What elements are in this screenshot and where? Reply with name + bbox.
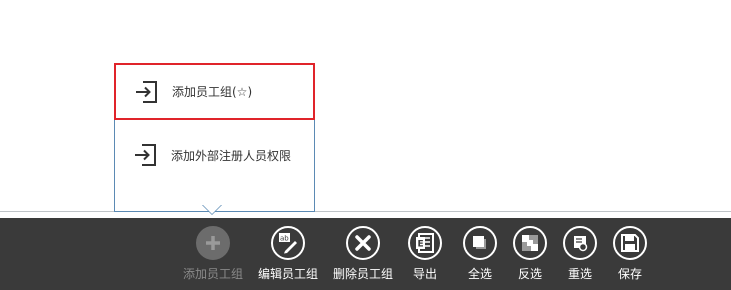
enter-icon bbox=[133, 143, 157, 167]
delete-icon bbox=[346, 226, 380, 260]
toolbar-button-label: 反选 bbox=[517, 267, 542, 281]
menu-item-add-external-permission[interactable]: 添加外部注册人员权限 bbox=[115, 128, 314, 182]
select-all-icon bbox=[463, 226, 497, 260]
toolbar-button-label: 编辑员工组 bbox=[258, 267, 319, 281]
svg-text:ab: ab bbox=[280, 235, 289, 243]
reselect-button[interactable]: 重选 bbox=[563, 226, 597, 282]
plus-icon bbox=[196, 226, 230, 260]
toolbar-button-label: 添加员工组 bbox=[183, 267, 244, 281]
save-button[interactable]: 保存 bbox=[613, 226, 647, 282]
select-all-button[interactable]: 全选 bbox=[463, 226, 497, 282]
menu-item-add-employee-group[interactable]: 添加员工组(☆) bbox=[114, 63, 315, 120]
menu-item-label: 添加外部注册人员权限 bbox=[171, 148, 292, 163]
popup-pointer bbox=[203, 205, 221, 214]
export-icon: E bbox=[408, 226, 442, 260]
invert-selection-button[interactable]: 反选 bbox=[513, 226, 547, 282]
toolbar-button-label: 全选 bbox=[467, 267, 492, 281]
edit-employee-group-button[interactable]: ab 编辑员工组 bbox=[258, 226, 318, 282]
toolbar-button-label: 删除员工组 bbox=[333, 267, 394, 281]
export-button[interactable]: E 导出 bbox=[408, 226, 442, 282]
add-menu-popup: 添加员工组(☆) 添加外部注册人员权限 bbox=[114, 63, 315, 212]
delete-employee-group-button[interactable]: 删除员工组 bbox=[333, 226, 393, 282]
svg-text:E: E bbox=[418, 240, 424, 250]
invert-selection-icon bbox=[513, 226, 547, 260]
toolbar-button-label: 导出 bbox=[412, 267, 437, 281]
add-employee-group-button[interactable]: 添加员工组 bbox=[183, 226, 243, 282]
reselect-icon bbox=[563, 226, 597, 260]
edit-icon: ab bbox=[271, 226, 305, 260]
toolbar-button-label: 保存 bbox=[617, 267, 642, 281]
menu-item-label: 添加员工组(☆) bbox=[172, 85, 253, 99]
save-icon bbox=[613, 226, 647, 260]
enter-icon bbox=[134, 80, 158, 104]
content-divider bbox=[0, 211, 731, 212]
toolbar-button-label: 重选 bbox=[567, 267, 592, 281]
bottom-toolbar: 添加员工组 ab 编辑员工组 删除员工组 E 导出 全选 反选 重选 保存 bbox=[0, 218, 731, 290]
